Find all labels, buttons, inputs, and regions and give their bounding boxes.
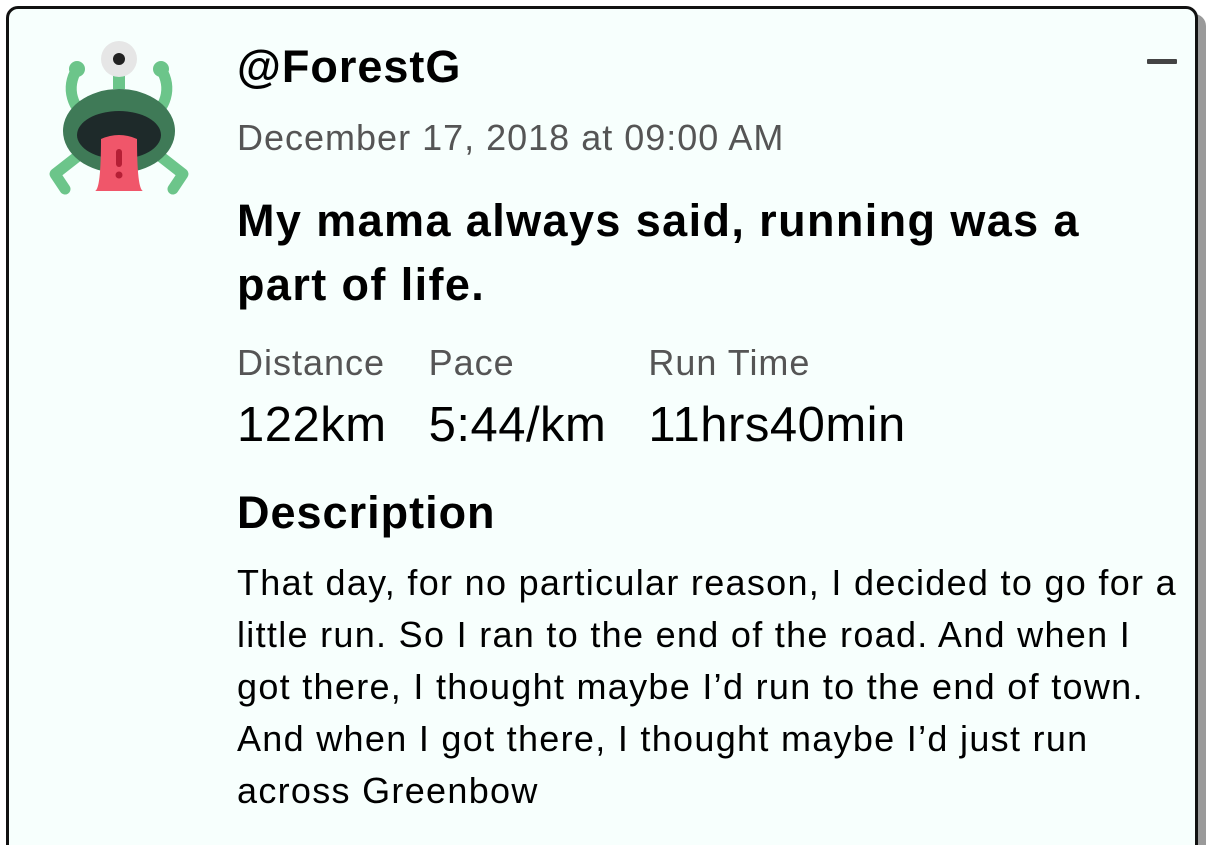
stat-label: Run Time xyxy=(648,342,811,383)
stat-value: 122km xyxy=(237,398,387,452)
stat-pace: Pace 5:44/km xyxy=(429,341,607,455)
description-text: That day, for no particular reason, I de… xyxy=(237,562,1177,811)
stat-value: 5:44/km xyxy=(428,398,607,452)
stat-run-time: Run Time 11hrs40min xyxy=(648,341,905,455)
alien-monster-icon xyxy=(49,41,189,195)
post-timestamp: December 17, 2018 at 09:00 AM xyxy=(237,117,785,158)
run-stats: Distance 122km Pace 5:44/km Run Time 11h… xyxy=(237,341,1182,455)
post-title: My mama always said, running was a part … xyxy=(237,195,1080,310)
post-card: @ForestG December 17, 2018 at 09:00 AM M… xyxy=(6,6,1198,845)
stat-distance: Distance 122km xyxy=(237,341,387,455)
stat-label: Distance xyxy=(237,342,386,383)
post-content: @ForestG December 17, 2018 at 09:00 AM M… xyxy=(237,39,1182,817)
avatar[interactable] xyxy=(43,39,195,199)
username[interactable]: @ForestG xyxy=(237,39,1182,95)
stat-label: Pace xyxy=(428,342,515,383)
description-heading: Description xyxy=(237,487,496,538)
stat-value: 11hrs40min xyxy=(648,398,906,452)
